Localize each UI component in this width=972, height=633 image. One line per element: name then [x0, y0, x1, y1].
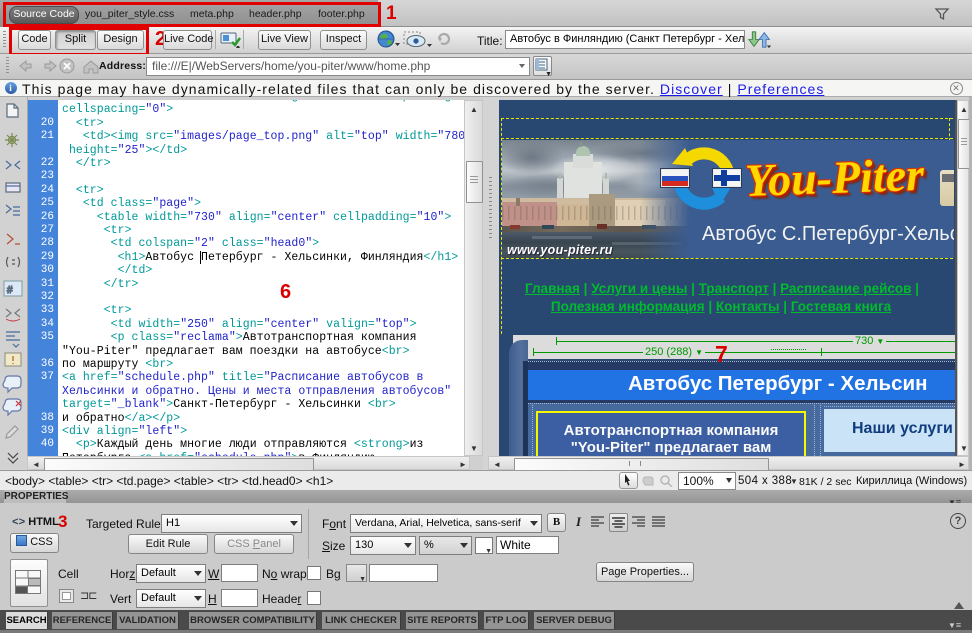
svg-text:#: # — [7, 285, 13, 296]
